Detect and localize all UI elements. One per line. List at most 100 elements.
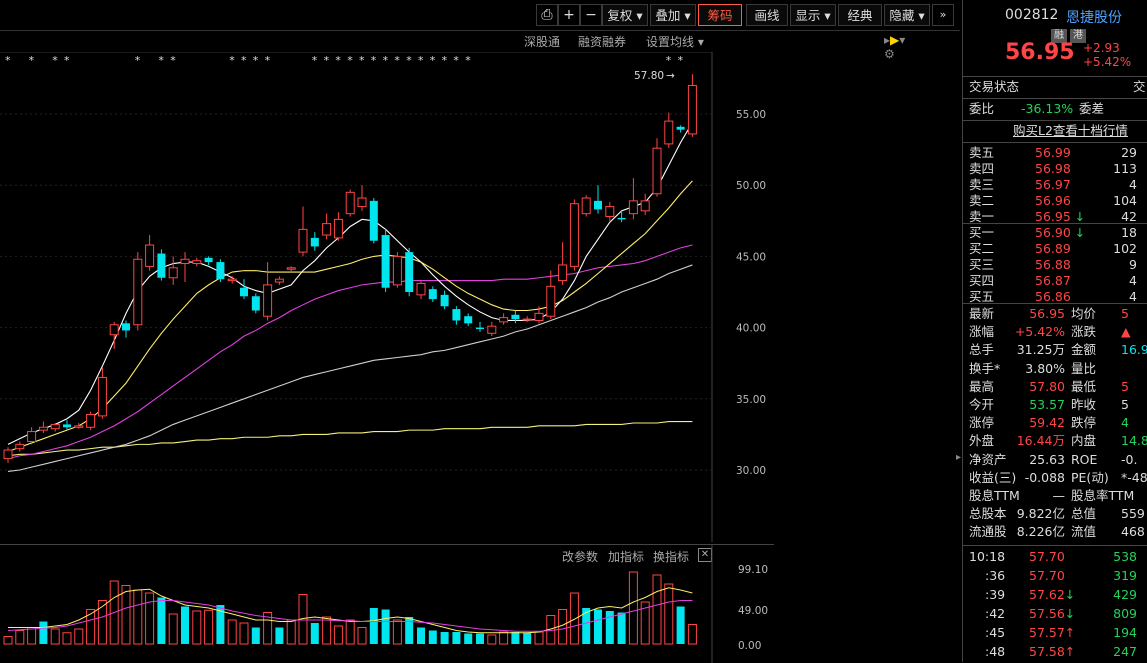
hk-connect-link[interactable]: 深股通 bbox=[524, 33, 560, 50]
candle-body bbox=[240, 287, 248, 297]
draw-line-label: 画线 bbox=[754, 8, 780, 23]
stat-label2: 流值 bbox=[1071, 524, 1097, 540]
volume-bar bbox=[62, 632, 72, 645]
event-marker: * bbox=[64, 54, 70, 67]
candle-body bbox=[310, 237, 319, 247]
display-label: 显示 bbox=[795, 8, 821, 23]
candle-body bbox=[263, 284, 273, 317]
ma250-line bbox=[7, 421, 693, 457]
price-tick: 45.00 bbox=[736, 251, 766, 263]
stat-value2: 5 bbox=[1121, 306, 1129, 321]
stat-label2: 均价 bbox=[1071, 306, 1097, 321]
high-arrow-icon: → bbox=[666, 70, 675, 82]
candle-body bbox=[74, 425, 84, 428]
volume-bar bbox=[464, 633, 473, 644]
fuquan-button[interactable]: 复权 ▾ bbox=[602, 4, 648, 26]
candle-body bbox=[97, 376, 107, 417]
candle-body bbox=[27, 431, 37, 443]
trade-status-label: 交易状态 bbox=[969, 79, 1020, 94]
volume-bars bbox=[3, 545, 713, 663]
candle-body bbox=[122, 323, 130, 331]
candle-body bbox=[86, 413, 96, 428]
stat-label2: 跌停 bbox=[1071, 415, 1097, 431]
flag-icons[interactable]: ▸▶▾ ⚙ bbox=[884, 33, 905, 61]
ma10-line bbox=[7, 180, 693, 453]
tick-volume: 247 bbox=[1113, 644, 1137, 659]
classic-button[interactable]: 经典 bbox=[838, 4, 882, 26]
candle-body bbox=[687, 85, 697, 135]
event-marker: * bbox=[335, 54, 341, 67]
tick-time: :45 bbox=[985, 625, 1006, 640]
candle-body bbox=[38, 426, 48, 431]
price-tick: 55.00 bbox=[736, 109, 766, 121]
volume-bar bbox=[652, 574, 662, 645]
stat-label2: PE(动) bbox=[1071, 469, 1109, 485]
volume-bar bbox=[275, 627, 284, 644]
candle-body bbox=[357, 197, 367, 208]
ma-settings-link[interactable]: 设置均线 ▾ bbox=[646, 33, 704, 50]
price-change-pct: +5.42% bbox=[1083, 55, 1132, 69]
event-marker: * bbox=[359, 54, 365, 67]
candle-body bbox=[499, 317, 509, 323]
stat-label2: ROE bbox=[1071, 451, 1098, 467]
vol-axis-mid: 49.00 bbox=[738, 605, 768, 617]
event-marker: * bbox=[229, 54, 235, 67]
stat-value: 31.25万 bbox=[1016, 342, 1065, 358]
high-price-label: 57.80 bbox=[634, 70, 664, 82]
hide-button[interactable]: 隐藏 ▾ bbox=[884, 4, 930, 26]
double-right-arrow-icon[interactable]: » bbox=[932, 4, 954, 26]
candlesticks bbox=[3, 74, 697, 463]
event-marker: * bbox=[29, 54, 35, 67]
lock-icon[interactable]: ⎙ bbox=[536, 4, 558, 26]
volume-bar bbox=[523, 632, 532, 644]
stat-value2: -0. bbox=[1121, 451, 1138, 467]
buy-l2-link[interactable]: 购买L2查看十档行情 bbox=[1013, 122, 1128, 140]
tick-time: :39 bbox=[985, 587, 1006, 602]
stat-value: 59.42 bbox=[1029, 415, 1065, 431]
candle-body bbox=[251, 296, 260, 311]
candle-body bbox=[428, 289, 437, 300]
candle-body bbox=[487, 325, 497, 334]
draw-line-button[interactable]: 画线 bbox=[746, 4, 788, 26]
tick-arrow-icon: ↓ bbox=[1064, 606, 1076, 621]
overlay-button[interactable]: 叠加 ▾ bbox=[650, 4, 696, 26]
zoom-out-icon[interactable]: − bbox=[580, 4, 602, 26]
volume-bar bbox=[676, 606, 685, 644]
volume-chart[interactable]: 99.10 49.00 0.00 bbox=[0, 545, 774, 663]
display-button[interactable]: 显示 ▾ bbox=[790, 4, 836, 26]
ma-settings-label: 设置均线 bbox=[646, 35, 695, 49]
hide-label: 隐藏 bbox=[889, 8, 915, 23]
margin-trading-link[interactable]: 融资融券 bbox=[578, 33, 626, 50]
overlay-label: 叠加 bbox=[655, 8, 681, 23]
volume-bar bbox=[86, 609, 96, 645]
candle-body bbox=[440, 294, 449, 307]
candle-body bbox=[628, 200, 638, 215]
stat-value2: 468 bbox=[1121, 524, 1145, 540]
tick-price: 57.56↓ bbox=[1029, 606, 1076, 621]
fuquan-label: 复权 bbox=[607, 8, 633, 23]
candle-body bbox=[381, 235, 390, 288]
kline-chart[interactable]: * * * * * * * * * * * * * * * * * * * * * * * * * * * 55.00 50.00 45… bbox=[0, 52, 774, 542]
volume-bar bbox=[664, 583, 674, 645]
tick-price: 57.70 bbox=[1029, 568, 1065, 583]
volume-bar bbox=[569, 592, 579, 645]
chip-button[interactable]: 筹码 bbox=[698, 4, 742, 26]
event-marker: * bbox=[666, 54, 672, 67]
volume-bar bbox=[286, 619, 296, 645]
candle-body bbox=[274, 278, 284, 283]
candle-body bbox=[392, 255, 402, 286]
volume-bar bbox=[227, 619, 237, 645]
ma60-line bbox=[7, 264, 693, 472]
stock-name[interactable]: 恩捷股份 bbox=[1066, 7, 1122, 27]
candle-body bbox=[369, 200, 378, 241]
zoom-in-icon[interactable]: + bbox=[558, 4, 580, 26]
stat-label2: 股息率TTM bbox=[1071, 488, 1135, 503]
trade-status-right: 交 bbox=[1133, 79, 1146, 94]
stock-code: 002812 bbox=[1005, 7, 1059, 23]
price-tick: 40.00 bbox=[736, 323, 766, 335]
volume-bar bbox=[381, 609, 390, 644]
candle-body bbox=[676, 126, 685, 130]
volume-bar bbox=[333, 625, 343, 645]
event-marker: * bbox=[52, 54, 58, 67]
price-tick: 30.00 bbox=[736, 465, 766, 477]
